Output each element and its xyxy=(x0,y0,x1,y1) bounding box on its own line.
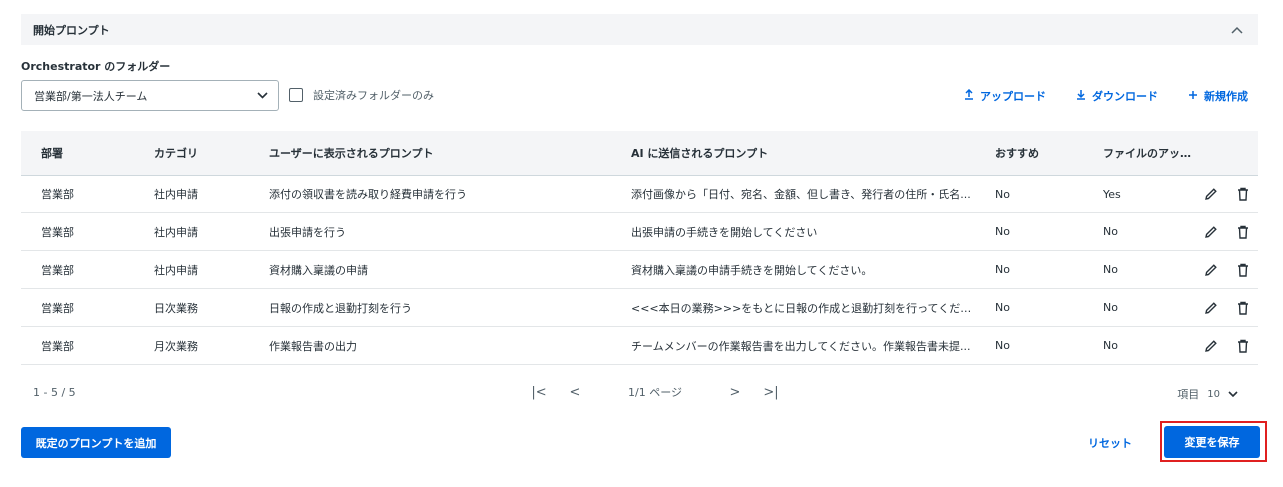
chevron-down-icon xyxy=(257,89,268,102)
reset-button[interactable]: リセット xyxy=(1088,435,1132,451)
table-cell: 作業報告書の出力 xyxy=(269,339,357,353)
column-header[interactable]: おすすめ xyxy=(975,145,1083,161)
folder-select-value: 営業部/第一法人チーム xyxy=(34,89,148,103)
table-cell: <<<本日の業務>>>をもとに日報の作成と退勤打刻を行ってください xyxy=(631,301,975,315)
table-cell: 営業部 xyxy=(41,339,74,353)
table-row[interactable]: 営業部 社内申請 資材購入稟議の申請 資材購入稟議の申請手続きを開始してください。 No… xyxy=(21,251,1258,289)
trash-icon[interactable] xyxy=(1235,224,1251,240)
edit-icon[interactable] xyxy=(1203,186,1219,202)
table-body: 営業部 社内申請 添付の領収書を読み取り経費申請を行う 添付画像から「日付、宛名、金額… xyxy=(21,175,1258,365)
row-actions xyxy=(1195,300,1258,316)
download-button[interactable]: ダウンロード xyxy=(1076,88,1158,104)
checkbox-box[interactable] xyxy=(289,88,303,102)
column-header[interactable]: カテゴリ xyxy=(134,145,249,161)
column-header[interactable]: ユーザーに表示されるプロンプト xyxy=(249,145,611,161)
pagination: 1 - 5 / 5 |< < 1/1 ページ > >| 項目 10 xyxy=(21,377,1258,407)
page-size[interactable]: 項目 10 xyxy=(1177,386,1238,402)
table-cell: 月次業務 xyxy=(154,339,198,353)
table-cell: 営業部 xyxy=(41,263,74,277)
table-cell: No xyxy=(995,225,1010,238)
save-button[interactable]: 変更を保存 xyxy=(1164,426,1260,458)
table-cell: 日次業務 xyxy=(154,301,198,315)
page-size-label: 項目 xyxy=(1177,388,1200,401)
table-cell: 資材購入稟議の申請 xyxy=(269,263,368,277)
pagination-range: 1 - 5 / 5 xyxy=(33,386,76,399)
table-cell: 社内申請 xyxy=(154,225,198,239)
chevron-up-icon[interactable] xyxy=(1228,21,1246,39)
last-page-icon[interactable]: >| xyxy=(753,385,789,400)
table-row[interactable]: 営業部 月次業務 作業報告書の出力 チームメンバーの作業報告書を出力してください。作業… xyxy=(21,327,1258,365)
section-title: 開始プロンプト xyxy=(33,23,110,37)
add-default-prompt-button[interactable]: 既定のプロンプトを追加 xyxy=(21,427,171,458)
folder-select[interactable]: 営業部/第一法人チーム xyxy=(21,80,279,111)
table-cell: 営業部 xyxy=(41,225,74,239)
table-cell: 出張申請の手続きを開始してください xyxy=(631,225,818,239)
table-cell: No xyxy=(995,339,1010,352)
table-cell: No xyxy=(1103,301,1118,314)
row-actions xyxy=(1195,224,1258,240)
table-cell: No xyxy=(1103,225,1118,238)
table-cell: 資材購入稟議の申請手続きを開始してください。 xyxy=(631,263,873,277)
prev-page-icon[interactable]: < xyxy=(557,385,593,400)
table-row[interactable]: 営業部 社内申請 添付の領収書を読み取り経費申請を行う 添付画像から「日付、宛名、金額… xyxy=(21,175,1258,213)
table-cell: 社内申請 xyxy=(154,263,198,277)
table-cell: 日報の作成と退勤打刻を行う xyxy=(269,301,412,315)
table-cell: 添付画像から「日付、宛名、金額、但し書き、発行者の住所・氏名... xyxy=(631,188,971,201)
table-cell: No xyxy=(995,301,1010,314)
upload-button[interactable]: アップロード xyxy=(964,88,1046,104)
trash-icon[interactable] xyxy=(1235,300,1251,316)
row-actions xyxy=(1195,262,1258,278)
trash-icon[interactable] xyxy=(1235,262,1251,278)
table-cell: チームメンバーの作業報告書を出力してください。作業報告書未提... xyxy=(631,339,971,353)
edit-icon[interactable] xyxy=(1203,300,1219,316)
toolbar-actions: アップロード ダウンロード 新規作成 xyxy=(964,88,1248,104)
table-cell: 営業部 xyxy=(41,301,74,315)
pagination-nav: |< < 1/1 ページ > >| xyxy=(521,384,789,400)
prompts-table: 部署 カテゴリ ユーザーに表示されるプロンプト AI に送信されるプロンプト お… xyxy=(21,131,1258,365)
table-cell: 添付の領収書を読み取り経費申請を行う xyxy=(269,188,467,201)
download-label: ダウンロード xyxy=(1092,90,1158,103)
next-page-icon[interactable]: > xyxy=(717,385,753,400)
table-row[interactable]: 営業部 社内申請 出張申請を行う 出張申請の手続きを開始してください No No xyxy=(21,213,1258,251)
table-row[interactable]: 営業部 日次業務 日報の作成と退勤打刻を行う <<<本日の業務>>>をもとに日報の作成… xyxy=(21,289,1258,327)
table-cell: No xyxy=(995,187,1010,201)
edit-icon[interactable] xyxy=(1203,224,1219,240)
create-label: 新規作成 xyxy=(1204,90,1248,103)
column-header[interactable]: AI に送信されるプロンプト xyxy=(611,145,975,161)
table-cell: No xyxy=(995,263,1010,276)
trash-icon[interactable] xyxy=(1235,186,1251,202)
plus-icon xyxy=(1188,89,1198,103)
upload-icon xyxy=(964,88,974,103)
only-configured-label: 設定済みフォルダーのみ xyxy=(313,89,434,102)
upload-label: アップロード xyxy=(980,90,1046,103)
row-actions xyxy=(1195,338,1258,354)
table-cell: 出張申請を行う xyxy=(269,225,346,239)
folder-label: Orchestrator のフォルダー xyxy=(21,60,171,73)
table-header: 部署 カテゴリ ユーザーに表示されるプロンプト AI に送信されるプロンプト お… xyxy=(21,131,1258,175)
only-configured-checkbox[interactable]: 設定済みフォルダーのみ xyxy=(289,87,434,103)
first-page-icon[interactable]: |< xyxy=(521,385,557,400)
page-indicator: 1/1 ページ xyxy=(628,386,682,399)
download-icon xyxy=(1076,89,1086,103)
column-header[interactable]: ファイルのアップロ... xyxy=(1083,145,1195,161)
table-cell: 社内申請 xyxy=(154,188,198,201)
edit-icon[interactable] xyxy=(1203,338,1219,354)
page-size-value[interactable]: 10 xyxy=(1207,389,1220,400)
section-header[interactable]: 開始プロンプト xyxy=(21,14,1258,45)
table-cell: 営業部 xyxy=(41,188,74,201)
edit-icon[interactable] xyxy=(1203,262,1219,278)
table-cell: No xyxy=(1103,339,1118,352)
chevron-down-icon[interactable] xyxy=(1228,388,1238,401)
table-cell: No xyxy=(1103,263,1118,276)
table-cell: Yes xyxy=(1103,187,1121,201)
column-header[interactable]: 部署 xyxy=(21,145,134,161)
trash-icon[interactable] xyxy=(1235,338,1251,354)
row-actions xyxy=(1195,186,1258,202)
create-button[interactable]: 新規作成 xyxy=(1188,88,1248,104)
